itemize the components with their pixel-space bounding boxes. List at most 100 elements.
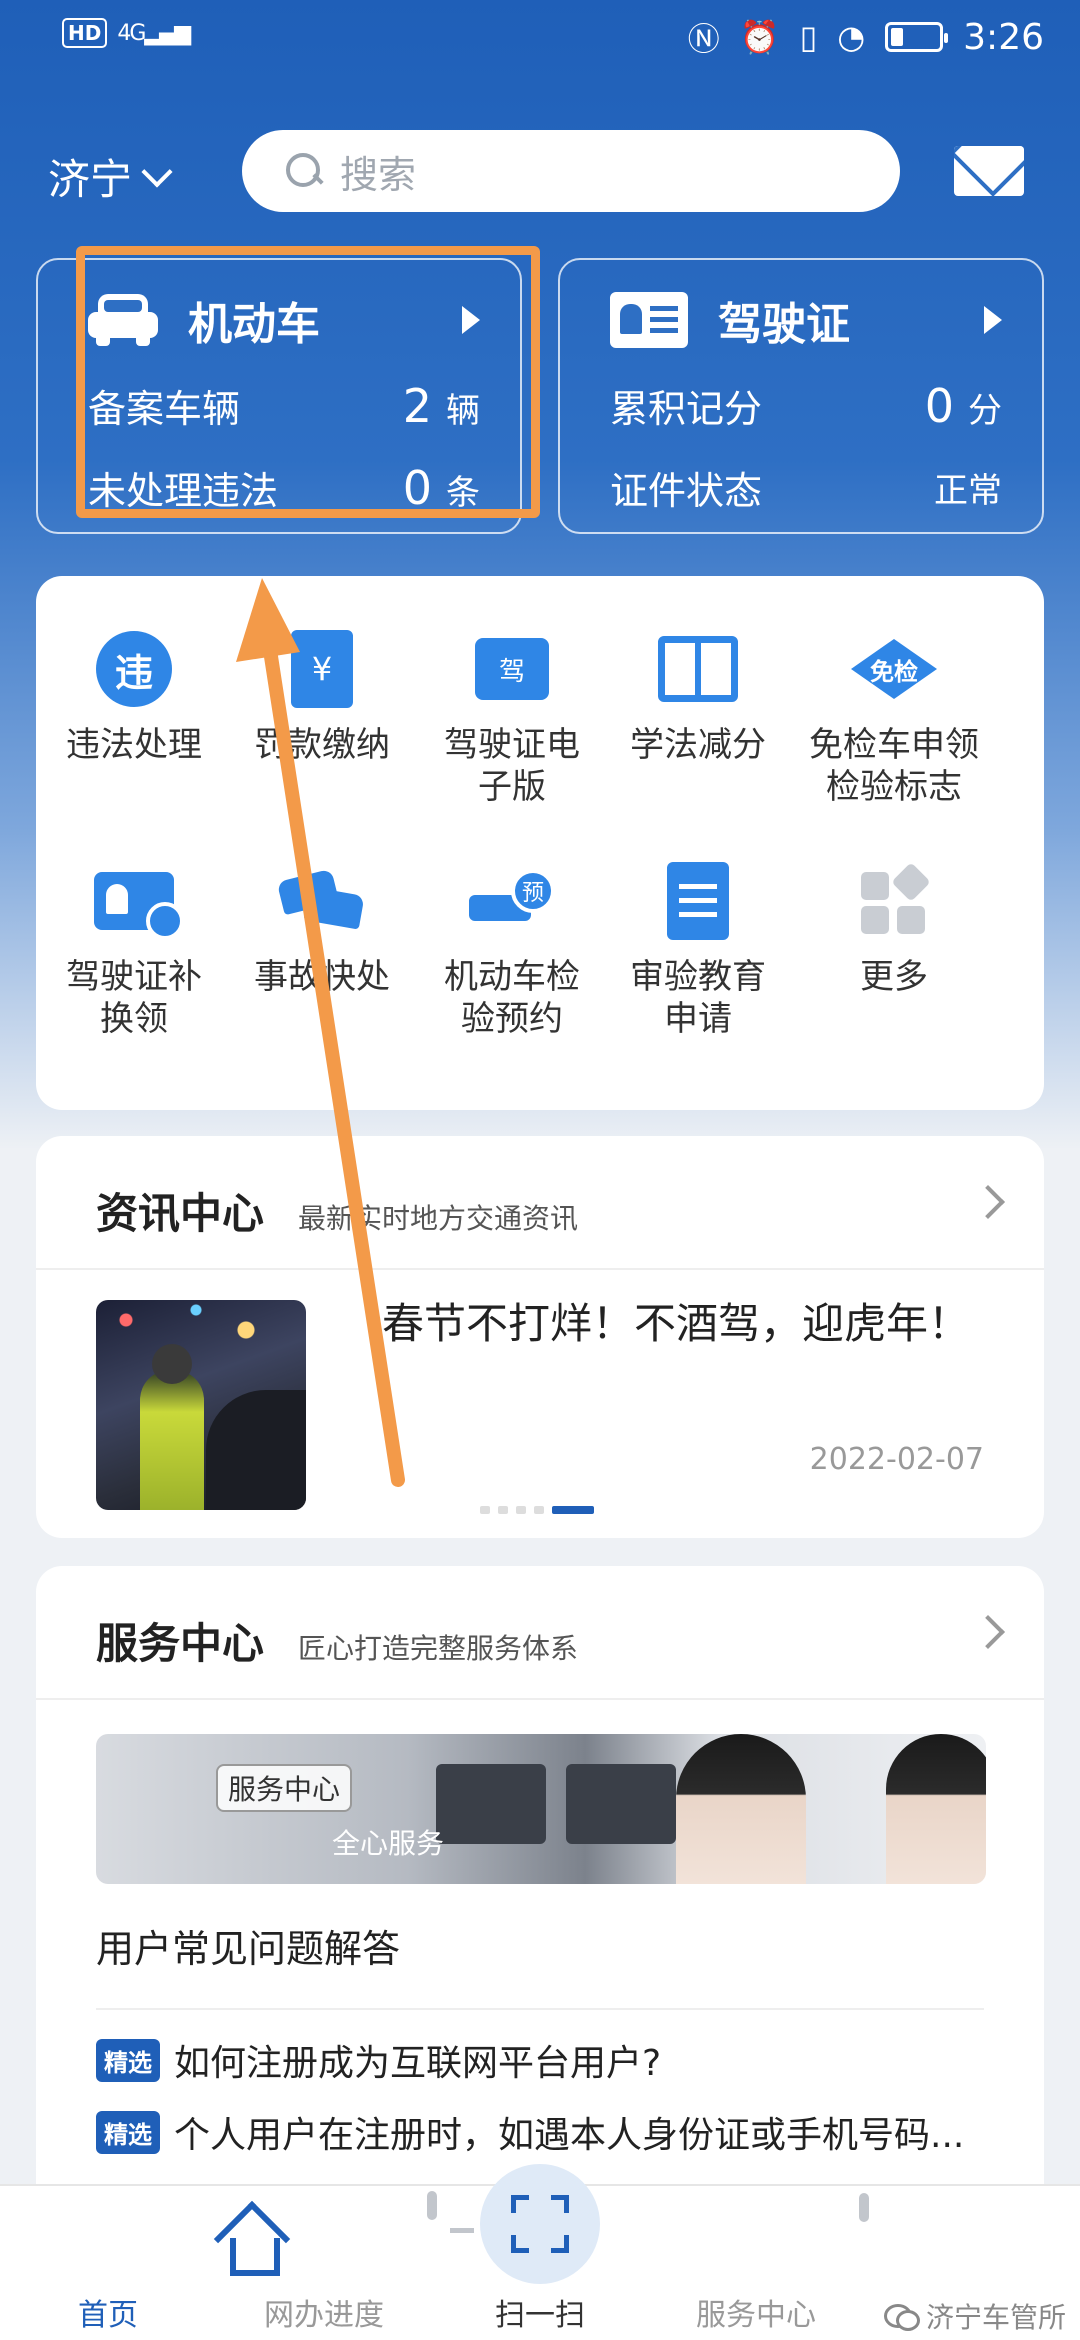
- service-e-license[interactable]: 驾 驾驶证电子版: [412, 626, 612, 808]
- service-label: 驾驶证补换领: [66, 957, 202, 1039]
- e-license-icon: 驾: [475, 638, 549, 700]
- document-icon: [667, 862, 729, 940]
- nav-label: 扫一扫: [495, 2298, 585, 2333]
- nfc-icon: Ⓝ: [687, 20, 720, 58]
- book-icon: [658, 636, 738, 702]
- service-study-deduct[interactable]: 学法减分: [600, 626, 796, 766]
- faq-question: 个人用户在注册时，如遇本人身份证或手机号码...: [174, 2115, 965, 2156]
- featured-badge: 精选: [96, 2110, 160, 2154]
- search-icon: [286, 153, 322, 189]
- license-status-row: 证件状态 正常: [610, 460, 1002, 515]
- service-exempt-inspection[interactable]: 免检 免检车申领检验标志: [788, 626, 1000, 808]
- news-date: 2022-02-07: [809, 1442, 984, 1477]
- arrow-right-icon: [984, 306, 1002, 334]
- divider: [36, 1698, 1044, 1700]
- exempt-inspection-icon: 免检: [851, 639, 937, 699]
- nav-progress[interactable]: 网办进度: [216, 2186, 437, 2340]
- service-more[interactable]: 更多: [788, 858, 1000, 998]
- license-status-value: 正常: [934, 471, 1002, 511]
- faq-item[interactable]: 精选 如何注册成为互联网平台用户?: [96, 2034, 984, 2086]
- service-label: 事故快处: [254, 957, 390, 997]
- news-thumbnail[interactable]: [96, 1300, 306, 1510]
- search-bar[interactable]: 搜索: [242, 130, 900, 212]
- license-card-title: 驾驶证: [718, 299, 850, 350]
- points-label: 累积记分: [610, 387, 763, 431]
- speed-icon: ◔: [837, 18, 866, 56]
- service-education[interactable]: 审验教育申请: [600, 858, 796, 1040]
- service-license-replace[interactable]: 驾驶证补换领: [36, 858, 232, 1040]
- violations-unit: 条: [446, 472, 480, 513]
- service-label: 学法减分: [630, 725, 766, 765]
- city-selector[interactable]: 济宁: [48, 146, 173, 207]
- banner-text: 全心服务: [332, 1827, 445, 1860]
- nav-service-center[interactable]: 服务中心: [648, 2186, 869, 2340]
- service-violation[interactable]: 违 违法处理: [36, 626, 232, 766]
- violation-icon: 违: [96, 631, 172, 707]
- news-title: 资讯中心: [96, 1189, 265, 1238]
- featured-badge: 精选: [96, 2038, 160, 2082]
- license-replace-icon: [94, 872, 184, 940]
- carousel-indicator: [480, 1506, 594, 1514]
- chevron-right-icon[interactable]: [971, 1615, 1005, 1649]
- nav-label: 首页: [78, 2298, 138, 2333]
- signal-icon: 4G▂▄▆: [117, 20, 191, 46]
- service-label: 免检车申领检验标志: [809, 725, 979, 807]
- service-center-subtitle: 匠心打造完整服务体系: [298, 1632, 579, 1665]
- registered-vehicles-row: 备案车辆 2辆: [88, 378, 480, 433]
- service-label: 违法处理: [66, 725, 202, 765]
- violations-label: 未处理违法: [88, 469, 279, 513]
- battery-icon: [885, 22, 949, 52]
- service-label: 罚款缴纳: [254, 725, 390, 765]
- vibrate-icon: ▯: [799, 18, 818, 56]
- faq-item[interactable]: 精选 个人用户在注册时，如遇本人身份证或手机号码...: [96, 2106, 984, 2158]
- nav-label: 服务中心: [696, 2298, 816, 2333]
- license-card[interactable]: 驾驶证 累积记分 0分 证件状态 正常: [558, 258, 1044, 534]
- violations-row: 未处理违法 0条: [88, 460, 480, 515]
- vehicle-card[interactable]: 机动车 备案车辆 2辆 未处理违法 0条: [36, 258, 522, 534]
- faq-question: 如何注册成为互联网平台用户?: [174, 2043, 662, 2084]
- service-label: 更多: [860, 957, 928, 997]
- alarm-icon: ⏰: [739, 18, 780, 56]
- grid-icon: [861, 862, 931, 934]
- watermark: 济宁车管所: [883, 2296, 1066, 2336]
- service-center-title: 服务中心: [96, 1619, 265, 1668]
- points-row: 累积记分 0分: [610, 378, 1002, 433]
- scan-icon: [480, 2164, 600, 2284]
- vehicle-card-title: 机动车: [188, 299, 320, 350]
- service-label: 机动车检验预约: [444, 957, 580, 1039]
- nav-label: 网办进度: [264, 2298, 384, 2333]
- registered-vehicles-count: 2: [402, 378, 432, 433]
- receipt-icon: ¥: [291, 630, 353, 708]
- news-headline[interactable]: 春节不打烊！不酒驾，迎虎年！: [382, 1296, 982, 1352]
- city-label: 济宁: [48, 155, 133, 204]
- service-accident[interactable]: 事故快处: [224, 858, 420, 998]
- car-icon: [88, 294, 158, 346]
- arrow-right-icon: [462, 306, 480, 334]
- service-banner[interactable]: 服务中心 全心服务: [96, 1734, 986, 1884]
- vehicle-unit: 辆: [446, 390, 480, 431]
- license-status-label: 证件状态: [610, 469, 763, 513]
- chevron-right-icon[interactable]: [971, 1185, 1005, 1219]
- service-label: 审验教育申请: [630, 957, 766, 1039]
- faq-title: 用户常见问题解答: [96, 1927, 401, 1971]
- violations-count: 0: [402, 460, 432, 515]
- news-section: 资讯中心 最新实时地方交通资讯 春节不打烊！不酒驾，迎虎年！ 2022-02-0…: [36, 1136, 1044, 1538]
- mail-icon[interactable]: [954, 146, 1024, 196]
- accident-icon: [276, 868, 365, 931]
- wechat-icon: [883, 2302, 920, 2331]
- points-unit: 分: [968, 390, 1002, 431]
- nav-home[interactable]: 首页: [0, 2186, 216, 2340]
- search-input[interactable]: 搜索: [340, 144, 416, 199]
- chevron-down-icon: [141, 155, 173, 188]
- service-inspection-booking[interactable]: 预 机动车检验预约: [412, 858, 612, 1040]
- points-count: 0: [924, 378, 954, 433]
- inspection-booking-icon: 预: [469, 869, 555, 925]
- hd-badge: HD: [62, 18, 108, 48]
- nav-scan[interactable]: 扫一扫: [432, 2164, 648, 2340]
- status-bar: HD 4G▂▄▆ Ⓝ ⏰ ▯ ◔ 3:26: [0, 0, 1080, 78]
- news-subtitle: 最新实时地方交通资讯: [298, 1202, 579, 1235]
- divider: [36, 1268, 1044, 1270]
- watermark-text: 济宁车管所: [925, 2301, 1066, 2334]
- service-fine-payment[interactable]: ¥ 罚款缴纳: [224, 626, 420, 766]
- banner-tag: 服务中心: [216, 1764, 353, 1812]
